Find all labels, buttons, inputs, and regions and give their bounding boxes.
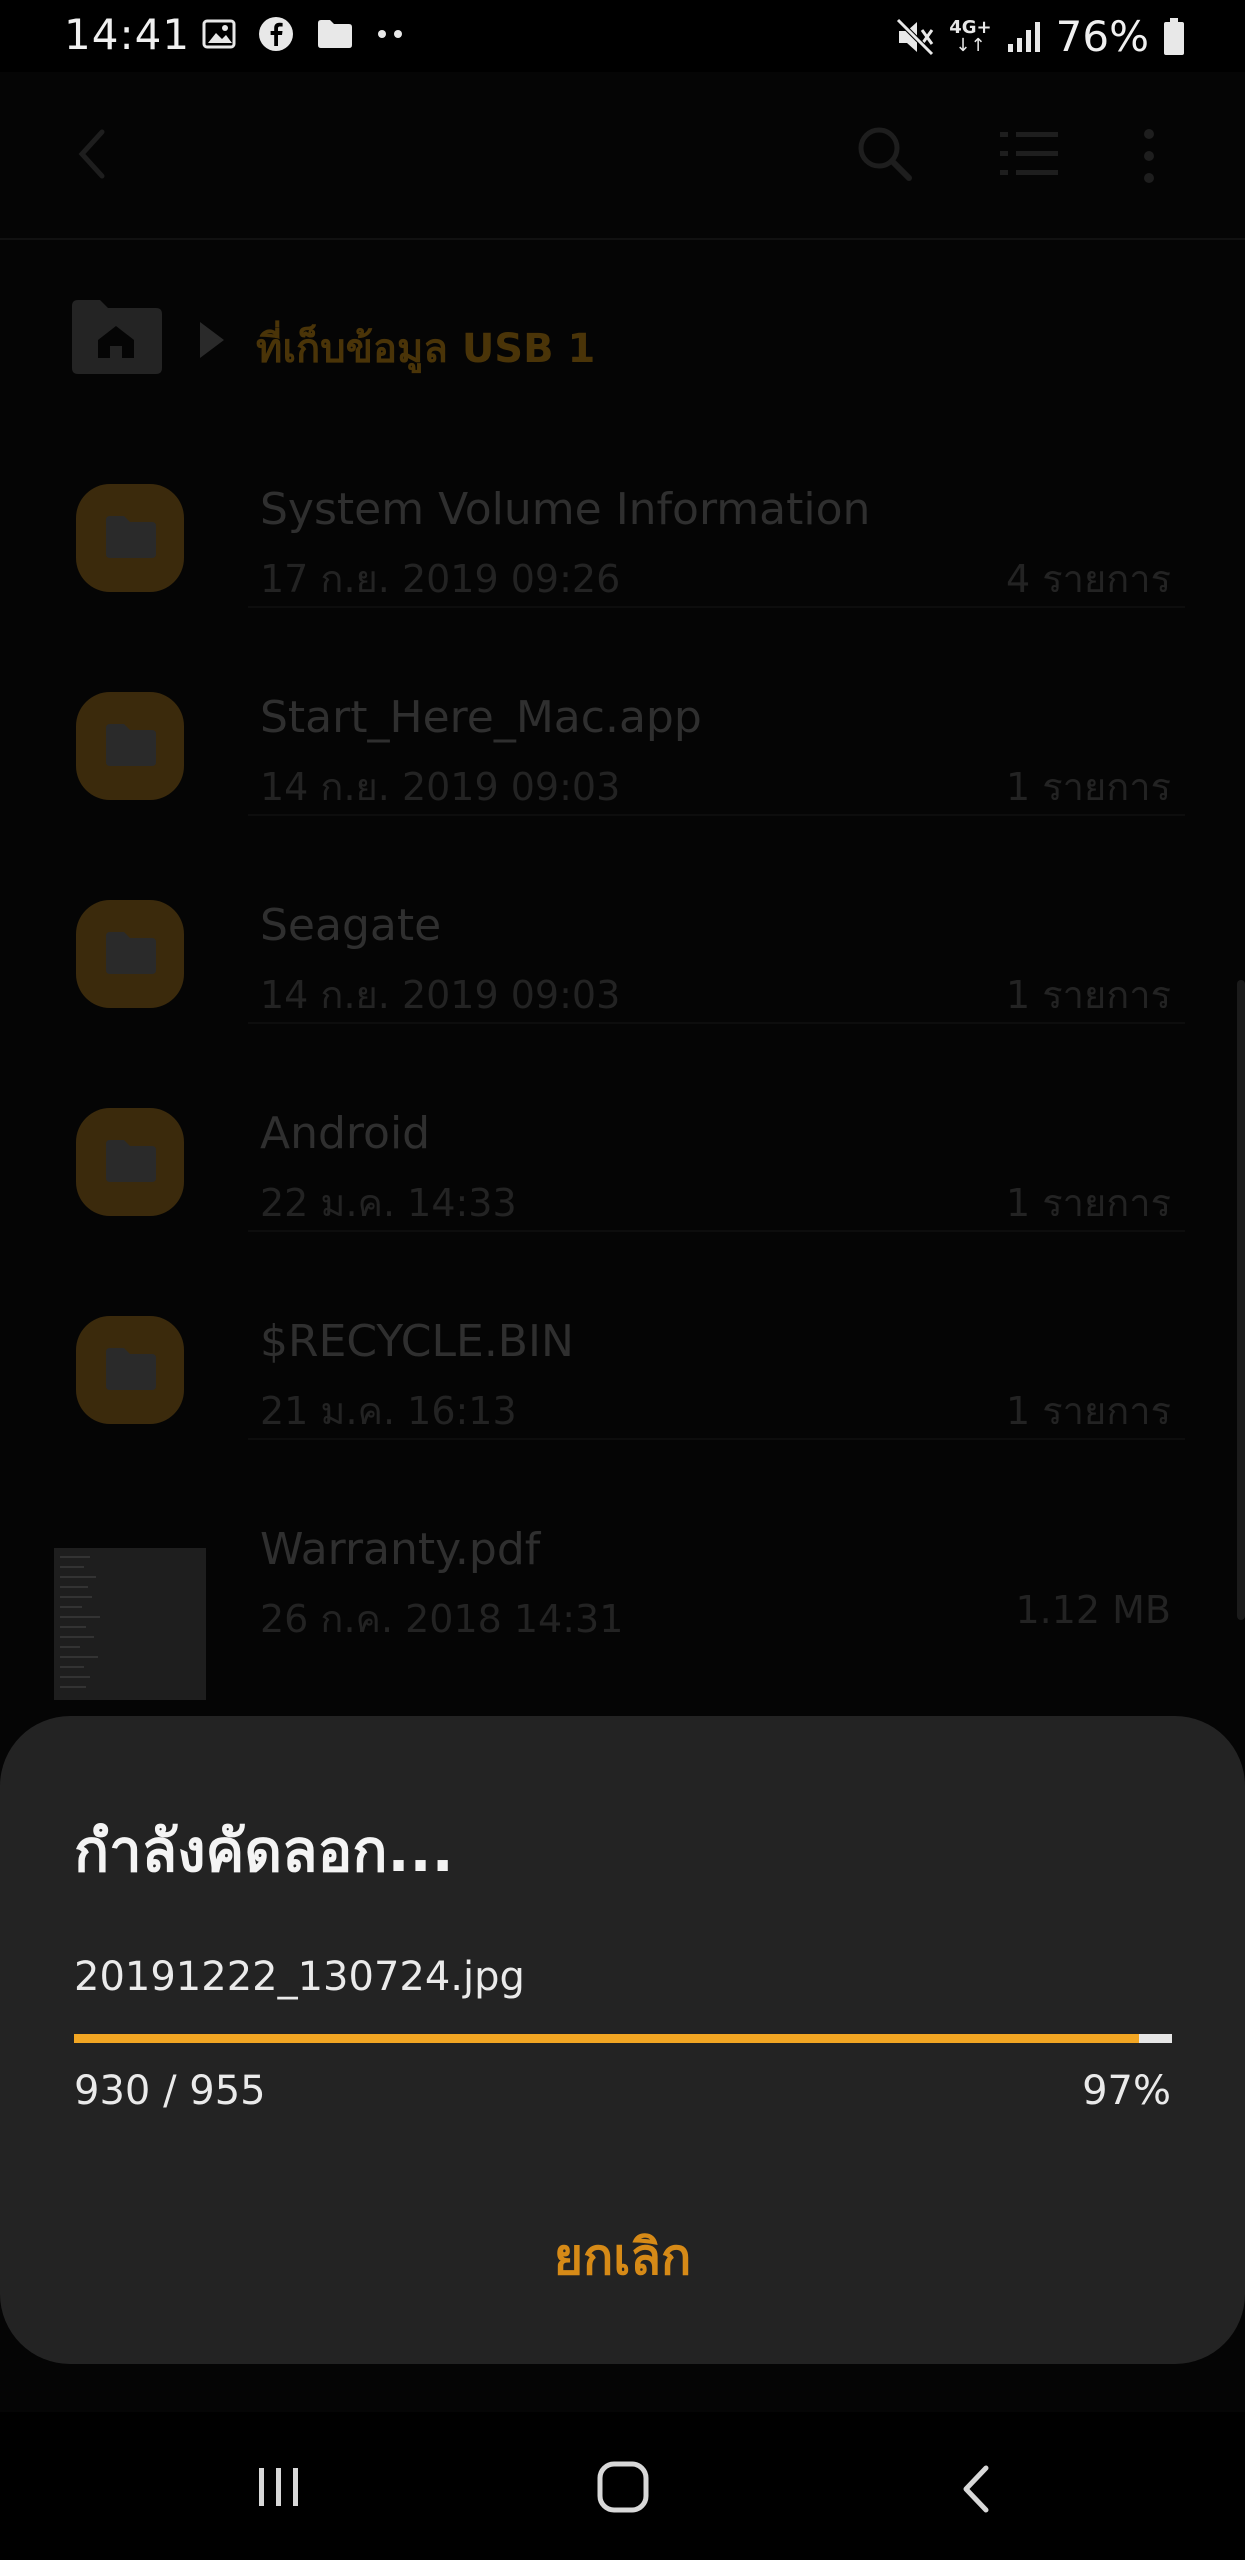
list-item[interactable]: Seagate 14 ก.ย. 2019 09:03 1 รายการ — [0, 816, 1245, 1024]
facebook-icon — [259, 17, 293, 51]
recent-apps-icon[interactable] — [254, 2462, 304, 2512]
file-name: Android — [260, 1108, 431, 1159]
file-item-count: 1 รายการ — [1005, 973, 1171, 1017]
copying-filename: 20191222_130724.jpg — [74, 1954, 525, 2000]
navigation-bar — [0, 2412, 1245, 2560]
file-name: Warranty.pdf — [260, 1524, 541, 1575]
progress-fill — [74, 2034, 1140, 2043]
network-label: 4G+ — [949, 16, 992, 38]
system-icons: 4G+ ↓↑ 76% — [895, 12, 1185, 61]
folder-icon — [76, 692, 184, 800]
notification-icons — [202, 16, 406, 52]
signal-icon — [1007, 21, 1040, 52]
folder-icon — [76, 900, 184, 1008]
folder-icon — [76, 484, 184, 592]
folder-icon — [76, 1108, 184, 1216]
breadcrumb: ที่เก็บข้อมูล USB 1 — [0, 240, 1245, 400]
gallery-icon — [202, 19, 236, 49]
progress-count: 930 / 955 — [74, 2068, 266, 2114]
battery-percent: 76% — [1055, 12, 1149, 61]
file-item-count: 1 รายการ — [1005, 765, 1171, 809]
file-list: System Volume Information 17 ก.ย. 2019 0… — [0, 400, 1245, 1720]
file-date: 17 ก.ย. 2019 09:26 — [260, 557, 621, 601]
more-options-icon[interactable] — [1134, 128, 1164, 184]
file-date: 14 ก.ย. 2019 09:03 — [260, 765, 621, 809]
file-date: 14 ก.ย. 2019 09:03 — [260, 973, 621, 1017]
pdf-thumbnail — [54, 1548, 206, 1700]
file-date: 26 ก.ค. 2018 14:31 — [260, 1597, 624, 1641]
scrollbar[interactable] — [1237, 980, 1245, 1620]
mute-icon — [895, 16, 936, 57]
list-item[interactable]: Warranty.pdf 26 ก.ค. 2018 14:31 1.12 MB — [0, 1440, 1245, 1700]
file-size: 1.12 MB — [1015, 1588, 1171, 1632]
file-name: Start_Here_Mac.app — [260, 692, 702, 743]
copy-progress-dialog: กำลังคัดลอก... 20191222_130724.jpg 930 /… — [0, 1716, 1245, 2364]
breadcrumb-arrow-icon — [200, 322, 224, 358]
file-name: $RECYCLE.BIN — [260, 1316, 574, 1367]
status-bar: 14:41 4G+ ↓↑ 76% — [0, 0, 1245, 72]
more-dots-icon — [378, 30, 402, 38]
file-item-count: 1 รายการ — [1005, 1389, 1171, 1433]
home-folder-icon[interactable] — [68, 296, 164, 376]
cancel-button[interactable]: ยกเลิก — [0, 2218, 1245, 2297]
app-bar — [0, 72, 1245, 240]
list-item[interactable]: $RECYCLE.BIN 21 ม.ค. 16:13 1 รายการ — [0, 1232, 1245, 1440]
home-icon[interactable] — [596, 2460, 650, 2514]
network-4g-icon: 4G+ ↓↑ — [949, 16, 992, 56]
list-item[interactable]: Android 22 ม.ค. 14:33 1 รายการ — [0, 1024, 1245, 1232]
list-view-icon[interactable] — [998, 128, 1060, 180]
progress-bar — [74, 2034, 1172, 2043]
breadcrumb-usb-storage[interactable]: ที่เก็บข้อมูล USB 1 — [256, 316, 595, 380]
back-icon[interactable] — [956, 2462, 996, 2516]
folder-icon — [76, 1316, 184, 1424]
file-date: 21 ม.ค. 16:13 — [260, 1389, 517, 1433]
search-icon[interactable] — [855, 124, 913, 182]
status-time: 14:41 — [64, 10, 191, 59]
battery-icon — [1164, 17, 1184, 55]
dialog-title: กำลังคัดลอก... — [74, 1817, 454, 1885]
back-arrow-icon[interactable] — [70, 124, 120, 184]
list-item[interactable]: System Volume Information 17 ก.ย. 2019 0… — [0, 400, 1245, 608]
list-item[interactable]: Start_Here_Mac.app 14 ก.ย. 2019 09:03 1 … — [0, 608, 1245, 816]
progress-percent: 97% — [1082, 2068, 1171, 2114]
file-name: System Volume Information — [260, 484, 871, 535]
file-name: Seagate — [260, 900, 442, 951]
file-item-count: 4 รายการ — [1005, 557, 1171, 601]
folder-icon — [318, 20, 352, 48]
file-item-count: 1 รายการ — [1005, 1181, 1171, 1225]
file-date: 22 ม.ค. 14:33 — [260, 1181, 517, 1225]
